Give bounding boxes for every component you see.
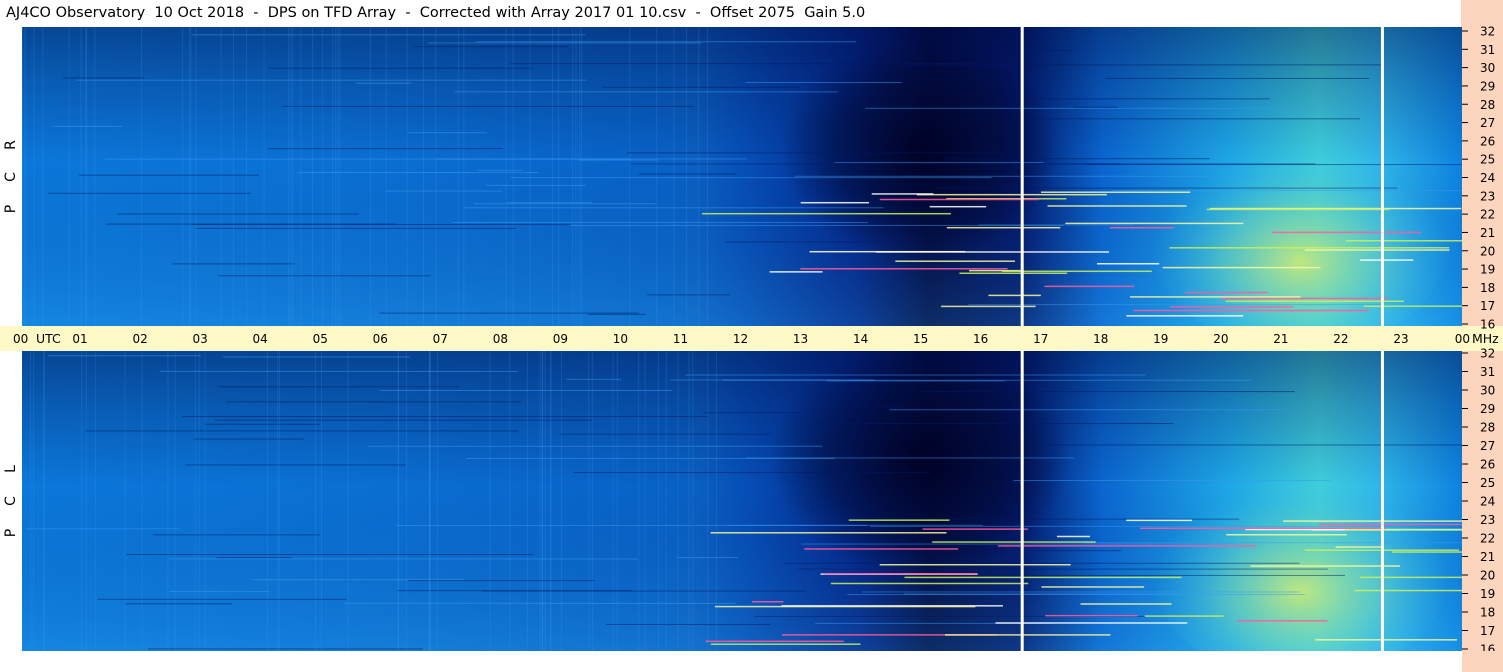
lcp-letter-p: P [2, 528, 19, 538]
utc-tick-label: 15 [913, 332, 928, 346]
utc-tick-label: 14 [853, 332, 868, 346]
frequency-tick-label: 27 [1480, 116, 1495, 130]
frequency-tick-label: 30 [1480, 61, 1495, 75]
frequency-tick-label: 28 [1480, 98, 1495, 112]
frequency-tick-label: 28 [1480, 421, 1495, 435]
utc-tick-label: 07 [433, 332, 448, 346]
rcp-panel-label: R C P [0, 27, 22, 326]
utc-tick-label: 02 [132, 332, 147, 346]
lcp-letter-l: L [3, 465, 19, 473]
utc-tick-label: 05 [313, 332, 328, 346]
frequency-tick-label: 20 [1480, 244, 1495, 258]
utc-tick-label: 23 [1393, 332, 1408, 346]
utc-unit-label: UTC [36, 331, 61, 346]
frequency-tick-label: 18 [1480, 281, 1495, 295]
frequency-tick-label: 19 [1480, 587, 1495, 601]
frequency-tick-label: 20 [1480, 569, 1495, 583]
utc-tick-label: 00 [1455, 332, 1470, 346]
frequency-tick-label: 21 [1480, 226, 1495, 240]
spectrogram-figure: 00 01 02 03 04 05 06 07 08 09 10 11 12 13 14 15 16 17 18 19… [0, 25, 1503, 672]
utc-tick-label: 21 [1273, 332, 1288, 346]
marker-line [1380, 27, 1384, 326]
frequency-tick-label: 18 [1480, 606, 1495, 620]
frequency-tick-label: 22 [1480, 532, 1495, 546]
utc-tick-label: 10 [613, 332, 628, 346]
mhz-unit-label: MHz [1472, 331, 1499, 346]
frequency-tick-label: 27 [1480, 439, 1495, 453]
rcp-spectrogram-panel [22, 27, 1462, 350]
utc-tick-label: 20 [1213, 332, 1228, 346]
frequency-tick-label: 30 [1480, 384, 1495, 398]
utc-tick-label: 17 [1033, 332, 1048, 346]
marker-line [1380, 351, 1384, 651]
frequency-tick-label: 31 [1480, 43, 1495, 57]
lcp-panel-label: L C P [0, 351, 22, 651]
rcp-letter-c: C [3, 171, 19, 182]
frequency-tick-label: 17 [1480, 624, 1495, 638]
utc-tick-label: 13 [793, 332, 808, 346]
frequency-tick-label: 25 [1480, 153, 1495, 167]
frequency-tick-label: 29 [1480, 402, 1495, 416]
frequency-tick-label: 25 [1480, 476, 1495, 490]
utc-tick-label: 03 [192, 332, 207, 346]
frequency-tick-label: 32 [1480, 25, 1495, 39]
utc-tick-label: 18 [1093, 332, 1108, 346]
frequency-tick-label: 26 [1480, 458, 1495, 472]
lcp-spectrogram-panel [22, 345, 1462, 672]
utc-tick-label: 12 [733, 332, 748, 346]
frequency-tick-label: 21 [1480, 550, 1495, 564]
rcp-letter-r: R [2, 139, 19, 150]
frequency-tick-label: 29 [1480, 79, 1495, 93]
bottom-margin [0, 651, 1503, 672]
frequency-tick-label: 26 [1480, 134, 1495, 148]
lcp-letter-c: C [3, 496, 19, 506]
marker-line [1020, 27, 1024, 326]
utc-tick-label: 09 [553, 332, 568, 346]
frequency-tick-label: 23 [1480, 513, 1495, 527]
frequency-tick-label: 24 [1480, 495, 1495, 509]
frequency-tick-label: 32 [1480, 347, 1495, 361]
utc-tick-label: 01 [72, 332, 87, 346]
utc-tick-label: 19 [1153, 332, 1168, 346]
utc-tick-label: 04 [253, 332, 268, 346]
frequency-tick-label: 24 [1480, 171, 1495, 185]
utc-tick-label: 08 [493, 332, 508, 346]
rcp-letter-p: P [2, 204, 19, 213]
frequency-tick-label: 19 [1480, 263, 1495, 277]
utc-tick-label: 16 [973, 332, 988, 346]
frequency-tick-label: 31 [1480, 365, 1495, 379]
marker-line [1020, 351, 1024, 651]
frequency-tick-label: 23 [1480, 189, 1495, 203]
utc-tick-label: 06 [373, 332, 388, 346]
utc-tick-label: 22 [1333, 332, 1348, 346]
utc-tick-label: 00 [13, 332, 28, 346]
frequency-tick-label: 16 [1480, 318, 1495, 332]
axis-footer [1462, 651, 1503, 672]
frequency-tick-label: 22 [1480, 208, 1495, 222]
utc-tick-label: 11 [673, 332, 688, 346]
frequency-tick-label: 17 [1480, 299, 1495, 313]
